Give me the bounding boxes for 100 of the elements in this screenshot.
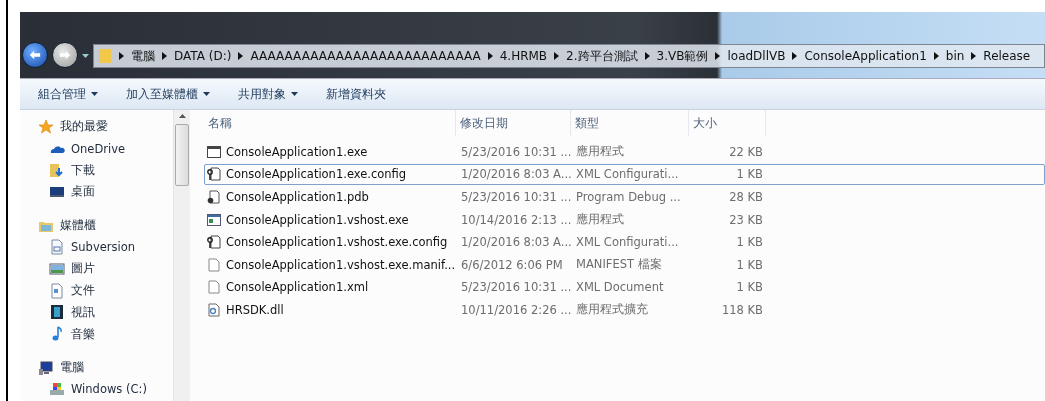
drive-icon — [49, 381, 65, 398]
breadcrumb-arrow-icon[interactable] — [119, 52, 124, 60]
size-cell-text: 1 KB — [735, 167, 764, 182]
date-cell-text: 10/14/2016 2:13 ... — [460, 212, 572, 227]
sidebar-item[interactable]: OneDrive — [38, 137, 173, 160]
config-file-icon — [207, 167, 221, 182]
breadcrumb-arrow-icon[interactable] — [487, 52, 493, 60]
breadcrumb-arrow-icon[interactable] — [162, 52, 167, 60]
file-row[interactable]: ConsoleApplication1.exe 5/23/2016 10:31 ... 應用程式 22 KB — [204, 141, 1045, 163]
document-icon — [49, 239, 65, 256]
sidebar-item[interactable]: 圖片 — [38, 258, 173, 280]
address-bar[interactable]: 電腦 DATA (D:) AAAAAAAAAAAAAAAAAAAAAAAAAAA 4.HRMB 2.跨平台測試 3.VB範例 loadDllVB ConsoleApplication1 bin Release — [93, 44, 1045, 68]
column-header[interactable]: 大小 — [689, 110, 766, 136]
breadcrumb-item[interactable]: 電腦 — [131, 47, 155, 65]
arrow-left-icon — [29, 49, 41, 61]
column-header[interactable]: 類型 — [571, 110, 689, 136]
file-icon — [207, 302, 221, 317]
size-cell-text: 22 KB — [728, 144, 764, 159]
sidebar-item[interactable]: 媒體櫃 — [38, 214, 173, 237]
type-cell-text: MANIFEST 檔案 — [575, 257, 663, 273]
date-cell-text: 5/23/2016 10:31 ... — [460, 144, 572, 159]
breadcrumb-arrow-icon[interactable] — [933, 52, 939, 60]
sidebar-item[interactable]: 電腦 — [38, 356, 173, 379]
file-row[interactable]: ConsoleApplication1.vshost.exe.config 1/20/2016 8:03 A... XML Configurati... 1 KB — [204, 231, 1045, 253]
type-cell-text: XML Configurati... — [575, 235, 680, 250]
file-row[interactable]: ConsoleApplication1.xml 5/23/2016 10:31 ... XML Document 1 KB — [204, 276, 1045, 299]
date-cell-text: 10/11/2016 2:26 ... — [460, 302, 572, 317]
sidebar-item[interactable]: 下載 — [38, 159, 173, 182]
file-icon — [207, 190, 221, 204]
file-row[interactable]: ConsoleApplication1.vshost.exe 10/14/2016 2:13 ... 應用程式 23 KB — [204, 208, 1045, 231]
breadcrumb-arrow-icon[interactable] — [644, 52, 650, 60]
sidebar-item[interactable]: 音樂 — [38, 323, 173, 345]
scrollbar-thumb[interactable] — [175, 124, 189, 186]
computer-icon — [38, 359, 54, 376]
file-name: ConsoleApplication1.vshost.exe.manif... — [226, 257, 456, 272]
breadcrumb-item[interactable]: bin — [945, 49, 965, 63]
file-icon — [207, 280, 221, 295]
size-cell-text: 28 KB — [728, 190, 764, 204]
column-header[interactable]: 名稱 — [204, 110, 456, 136]
breadcrumb-arrow-icon[interactable] — [792, 52, 798, 60]
file-row[interactable]: HRSDK.dll 10/11/2016 2:26 ... 應用程式擴充 118 KB — [204, 299, 1045, 321]
date-cell-text: 6/6/2012 6:06 PM — [460, 257, 564, 272]
breadcrumb-arrow-icon[interactable] — [238, 52, 244, 60]
window-icon — [207, 144, 221, 159]
file-name: ConsoleApplication1.pdb — [226, 190, 369, 204]
date-cell-text: 5/23/2016 10:31 ... — [460, 190, 572, 204]
window-icon — [207, 212, 221, 227]
column-header[interactable]: 修改日期 — [456, 110, 571, 136]
size-cell-text: 1 KB — [735, 235, 764, 250]
date-cell-text: 1/20/2016 8:03 A... — [460, 235, 572, 250]
film-icon — [49, 304, 65, 321]
breadcrumb-arrow-icon[interactable] — [971, 52, 977, 60]
breadcrumb-item[interactable]: loadDllVB — [727, 49, 786, 63]
star-icon — [38, 118, 54, 135]
file-row[interactable]: ConsoleApplication1.vshost.exe.manif... 6/6/2012 6:06 PM MANIFEST 檔案 1 KB — [204, 253, 1045, 276]
file-row[interactable]: ConsoleApplication1.pdb 5/23/2016 10:31 ... Program Debug ... 28 KB — [204, 186, 1045, 208]
sidebar-item[interactable]: Subversion — [38, 236, 173, 259]
breadcrumb-item[interactable]: AAAAAAAAAAAAAAAAAAAAAAAAAAA — [250, 49, 481, 63]
back-button[interactable] — [22, 42, 48, 68]
file-name: ConsoleApplication1.vshost.exe.config — [226, 235, 448, 250]
file-name: ConsoleApplication1.vshost.exe — [226, 212, 409, 227]
file-name: HRSDK.dll — [226, 302, 284, 317]
folder-icon — [49, 162, 65, 179]
breadcrumb-arrow-icon[interactable] — [554, 52, 560, 60]
file-row[interactable]: ConsoleApplication1.exe.config 1/20/2016 8:03 A... XML Configurati... 1 KB — [204, 163, 1045, 186]
scrollbar[interactable] — [173, 110, 190, 401]
size-cell-text: 1 KB — [735, 280, 764, 295]
sidebar-item[interactable]: 桌面 — [38, 181, 173, 203]
date-cell-text: 5/23/2016 10:31 ... — [460, 280, 572, 295]
scroll-up-icon[interactable] — [178, 114, 186, 118]
breadcrumb-item[interactable]: 2.跨平台測試 — [566, 47, 638, 65]
type-cell-text: XML Document — [575, 280, 665, 295]
breadcrumb-item[interactable]: ConsoleApplication1 — [804, 49, 927, 63]
image-icon — [49, 260, 65, 277]
dropdown-icon[interactable] — [82, 54, 89, 58]
folder-icon — [98, 48, 112, 64]
file-icon — [207, 257, 221, 272]
sidebar-item[interactable]: 我的最愛 — [38, 116, 173, 138]
breadcrumb-item[interactable]: Release — [983, 49, 1031, 63]
forward-button[interactable] — [52, 42, 78, 68]
sidebar-item[interactable]: 文件 — [38, 279, 173, 302]
breadcrumb-item[interactable]: 4.HRMB — [499, 49, 548, 63]
type-cell-text: Program Debug ... — [575, 190, 682, 204]
toolbar-button[interactable]: 加入至媒體櫃 — [126, 84, 210, 104]
file-name: ConsoleApplication1.exe — [226, 144, 368, 159]
type-cell-text: 應用程式 — [575, 212, 625, 228]
sidebar-item[interactable]: Windows (C:) — [38, 378, 173, 401]
toolbar-button[interactable]: 組合管理 — [38, 84, 98, 104]
date-cell-text: 1/20/2016 8:03 A... — [460, 167, 572, 182]
type-cell-text: 應用程式擴充 — [575, 302, 649, 318]
toolbar-button[interactable]: 新增資料夾 — [326, 84, 386, 104]
type-cell-text: 應用程式 — [575, 144, 625, 160]
breadcrumb-arrow-icon[interactable] — [715, 52, 721, 60]
file-name: ConsoleApplication1.exe.config — [226, 167, 407, 182]
toolbar-button[interactable]: 共用對象 — [238, 84, 298, 104]
breadcrumb-item[interactable]: DATA (D:) — [174, 49, 232, 63]
config-file-icon — [207, 235, 221, 250]
arrow-right-icon — [59, 49, 71, 61]
sidebar-item[interactable]: 視訊 — [38, 301, 173, 324]
breadcrumb-item[interactable]: 3.VB範例 — [656, 47, 709, 65]
